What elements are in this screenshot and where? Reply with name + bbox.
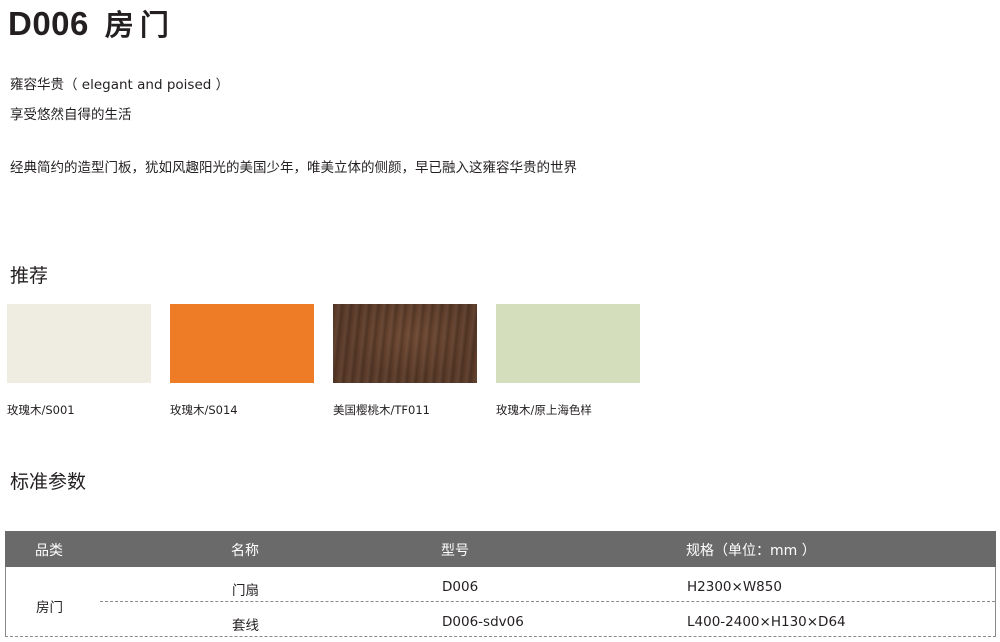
color-swatch-s014 (170, 304, 314, 383)
tagline: 雍容华贵（ elegant and poised ） (10, 77, 230, 93)
table-cell: 门扇 (232, 583, 259, 599)
specs-table: 品类 名称 型号 规格（单位：mm ） 房门 门扇 D006 H2300×W85… (5, 531, 996, 637)
table-cell: D006-sdv06 (442, 614, 524, 630)
specs-heading: 标准参数 (10, 471, 87, 493)
page-title: D006 房门 (8, 2, 175, 42)
recommend-heading: 推荐 (10, 265, 49, 287)
header-name: 名称 (231, 543, 259, 559)
category-cell: 房门 (36, 600, 63, 616)
header-category: 品类 (35, 543, 63, 559)
header-size: 规格（单位：mm ） (686, 543, 816, 559)
color-swatch-s001 (7, 304, 151, 383)
table-cell: H2300×W850 (687, 579, 782, 595)
table-cell: D006 (442, 579, 479, 595)
swatch-label: 玫瑰木/原上海色样 (496, 403, 592, 417)
header-model: 型号 (441, 543, 469, 559)
swatch-label: 玫瑰木/S014 (170, 403, 238, 417)
table-cell: 套线 (232, 618, 259, 634)
table-cell: L400-2400×H130×D64 (687, 614, 846, 630)
swatch-label: 玫瑰木/S001 (7, 403, 75, 417)
table-header: 品类 名称 型号 规格（单位：mm ） (5, 531, 996, 567)
row-divider (100, 601, 995, 602)
description-text: 经典简约的造型门板，犹如风趣阳光的美国少年，唯美立体的侧颜，早已融入这雍容华贵的… (10, 160, 577, 176)
product-name: 房门 (104, 8, 175, 42)
product-code: D006 (8, 5, 89, 42)
color-swatch-tf011 (333, 304, 477, 383)
swatch-label: 美国樱桃木/TF011 (333, 403, 430, 417)
table-body: 房门 门扇 D006 H2300×W850 套线 D006-sdv06 L400… (5, 567, 996, 637)
subtitle: 享受悠然自得的生活 (10, 107, 132, 123)
color-swatch-shanghai (496, 304, 640, 383)
